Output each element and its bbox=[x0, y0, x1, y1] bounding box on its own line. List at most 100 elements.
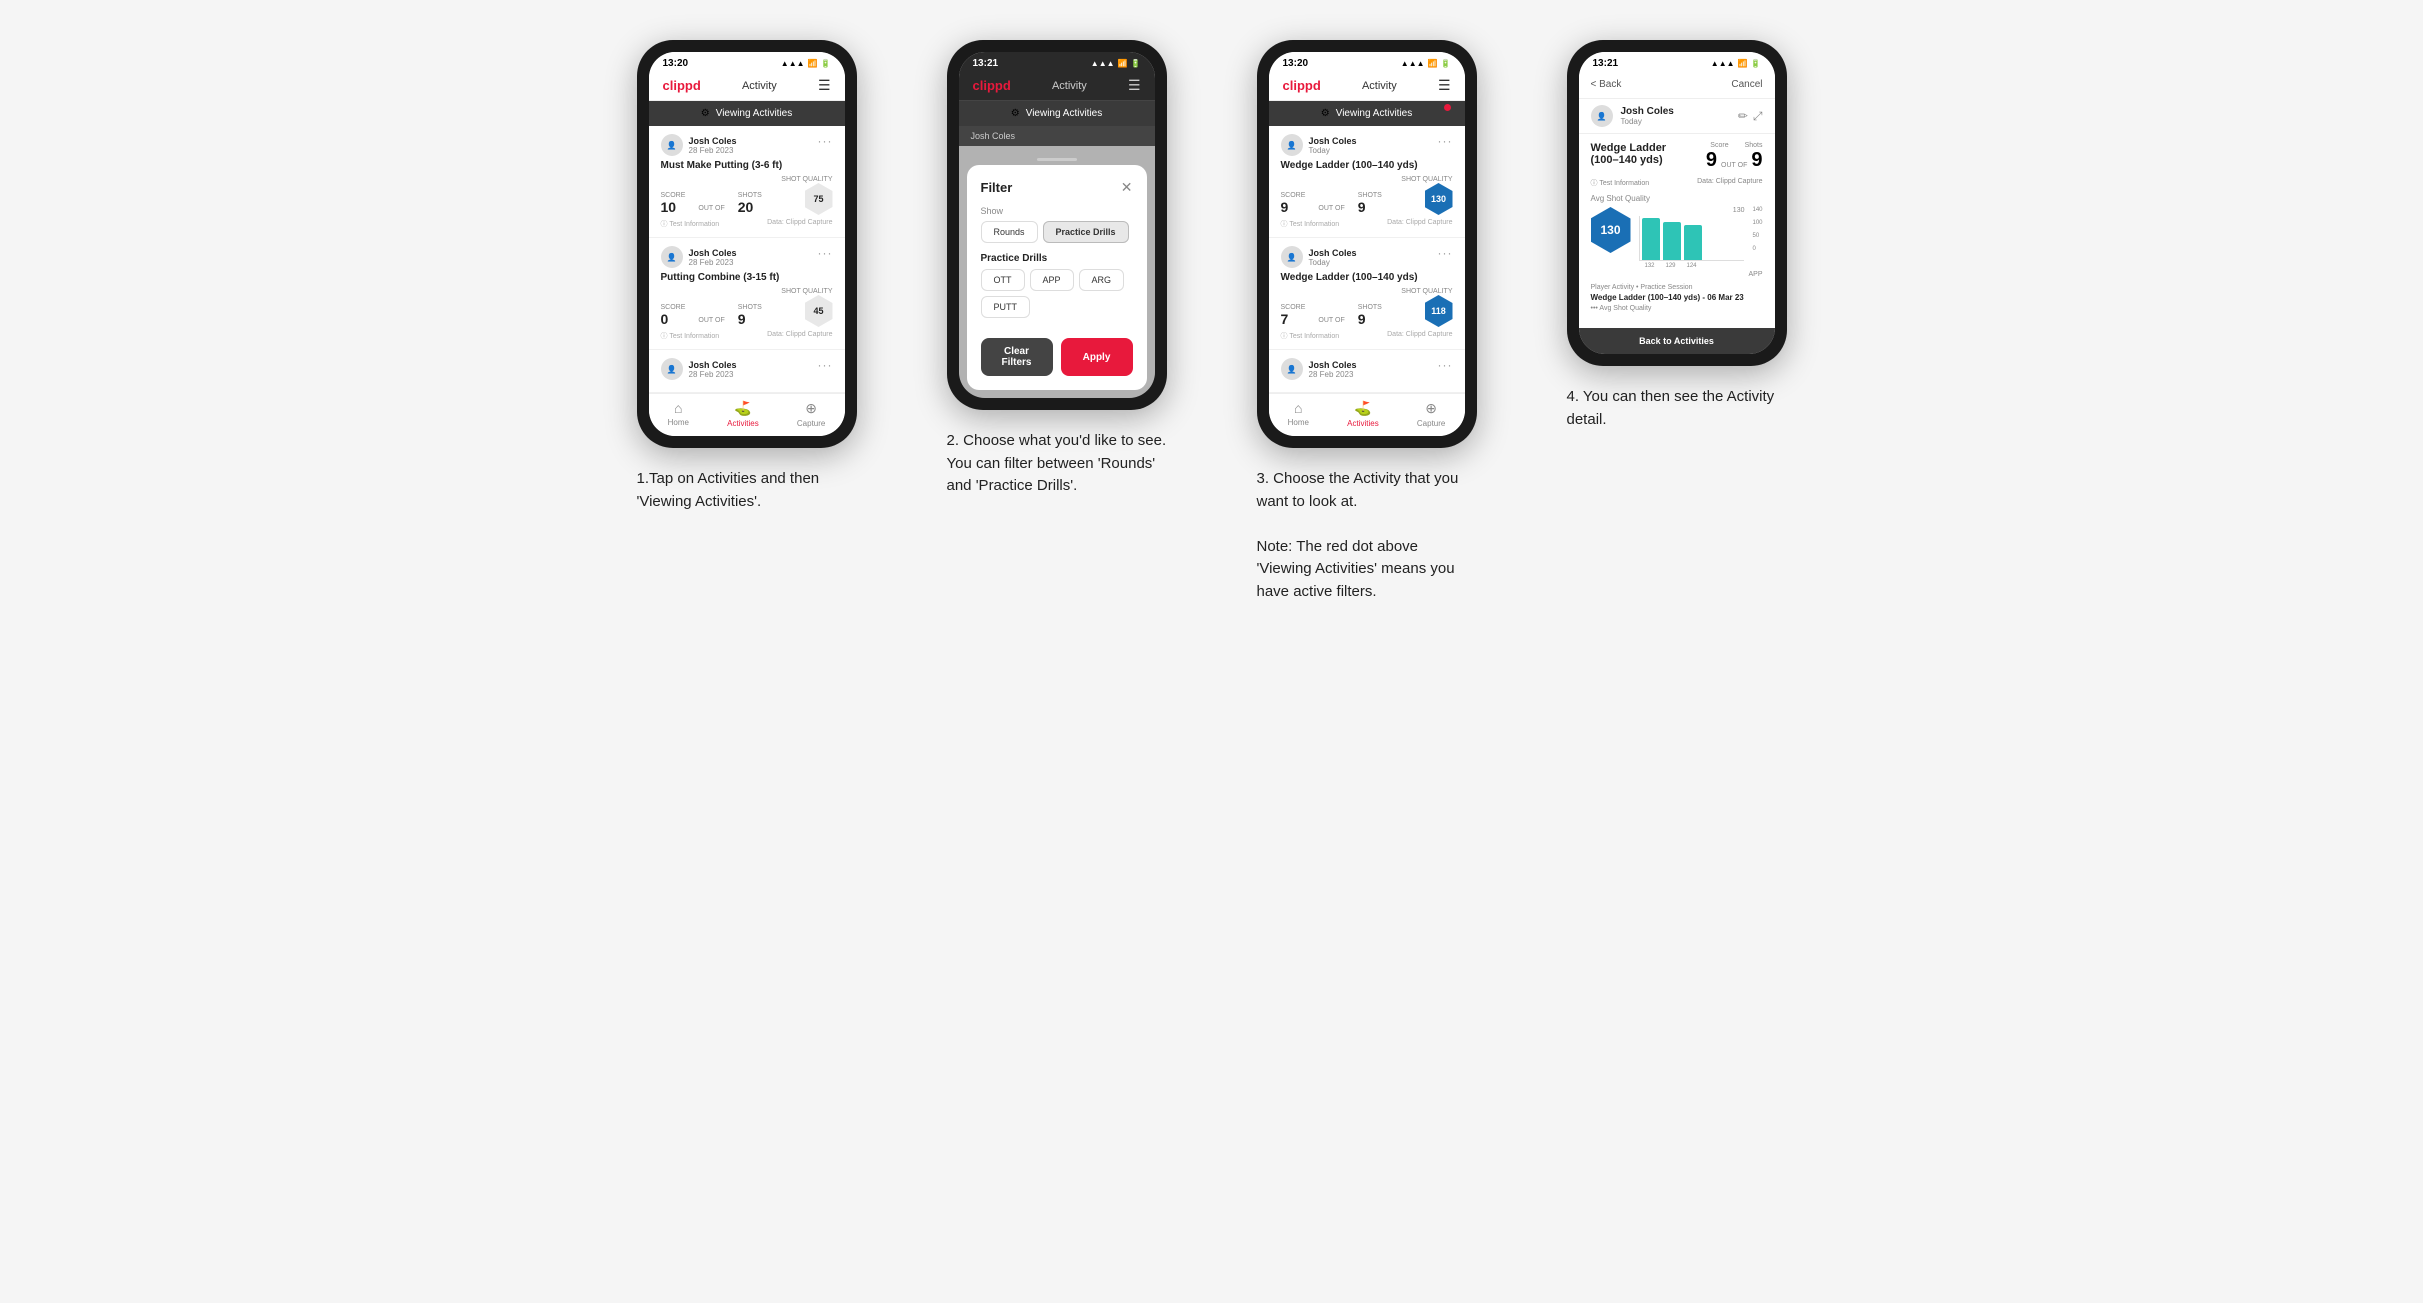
step-4-col: 13:21 ▲▲▲📶🔋 < Back Cancel 👤 Josh Coles T… bbox=[1542, 40, 1812, 431]
score-val-3-1: 9 bbox=[1281, 199, 1306, 215]
phone-4-screen: 13:21 ▲▲▲📶🔋 < Back Cancel 👤 Josh Coles T… bbox=[1579, 52, 1775, 354]
nav-capture-3[interactable]: ⊕ Capture bbox=[1417, 400, 1445, 428]
app-btn-2[interactable]: APP bbox=[1030, 269, 1074, 291]
ellipsis-3-3[interactable]: ··· bbox=[1438, 358, 1453, 372]
nav-home-3[interactable]: ⌂ Home bbox=[1288, 400, 1309, 428]
user-row-1-3: 👤 Josh Coles 28 Feb 2023 bbox=[661, 358, 737, 380]
viewing-bar-2[interactable]: ⚙ Viewing Activities bbox=[959, 101, 1155, 126]
bottom-nav-1: ⌂ Home ⛳ Activities ⊕ Capture bbox=[649, 393, 845, 436]
nav-capture-1[interactable]: ⊕ Capture bbox=[797, 400, 825, 428]
hex-large-4: 130 bbox=[1591, 207, 1631, 253]
score-group-3-1: Score 9 bbox=[1281, 192, 1306, 215]
step-2-col: 13:21 ▲▲▲📶🔋 clippd Activity ☰ ⚙ Viewing … bbox=[922, 40, 1192, 498]
score-label-4: Score bbox=[1710, 142, 1728, 149]
nav-activities-3[interactable]: ⛳ Activities bbox=[1347, 400, 1379, 428]
outof-1-1: OUT OF bbox=[698, 205, 724, 215]
nav-activities-1[interactable]: ⛳ Activities bbox=[727, 400, 759, 428]
phone-2: 13:21 ▲▲▲📶🔋 clippd Activity ☰ ⚙ Viewing … bbox=[947, 40, 1167, 410]
activity-card-3-3[interactable]: 👤 Josh Coles 28 Feb 2023 ··· bbox=[1269, 350, 1465, 393]
ellipsis-1-2[interactable]: ··· bbox=[818, 246, 833, 260]
rounds-btn-2[interactable]: Rounds bbox=[981, 221, 1038, 243]
logo-3: clippd bbox=[1283, 78, 1321, 93]
modal-footer-2: Clear Filters Apply bbox=[981, 338, 1133, 376]
step-1-col: 13:20 ▲▲▲📶🔋 clippd Activity ☰ ⚙ Viewing … bbox=[612, 40, 882, 513]
apply-btn-2[interactable]: Apply bbox=[1061, 338, 1133, 376]
menu-icon-3[interactable]: ☰ bbox=[1438, 77, 1451, 94]
card-header-3-2: 👤 Josh Coles Today ··· bbox=[1281, 246, 1453, 268]
outof-3-2: OUT OF bbox=[1318, 317, 1344, 327]
footer-right-3-1: Data: Clippd Capture bbox=[1387, 219, 1452, 229]
sq-hex-1-1: 75 bbox=[805, 183, 833, 215]
detail-activity-info-4: Wedge Ladder (100–140 yds) bbox=[1591, 142, 1706, 172]
activity-card-3-2[interactable]: 👤 Josh Coles Today ··· Wedge Ladder (100… bbox=[1269, 238, 1465, 350]
activity-card-1-3[interactable]: 👤 Josh Coles 28 Feb 2023 ··· bbox=[649, 350, 845, 393]
card-footer-3-2: ⓘ Test Information Data: Clippd Capture bbox=[1281, 331, 1453, 341]
clear-filters-btn-2[interactable]: Clear Filters bbox=[981, 338, 1053, 376]
practice-drills-btn-2[interactable]: Practice Drills bbox=[1043, 221, 1129, 243]
caption-2: 2. Choose what you'd like to see. You ca… bbox=[947, 430, 1167, 498]
activity-card-1-2[interactable]: 👤 Josh Coles 28 Feb 2023 ··· Putting Com… bbox=[649, 238, 845, 350]
user-name-3-2: Josh Coles bbox=[1309, 248, 1357, 258]
logo-1: clippd bbox=[663, 78, 701, 93]
activity-title-3-1: Wedge Ladder (100–140 yds) bbox=[1281, 160, 1453, 171]
user-name-1-3: Josh Coles bbox=[689, 360, 737, 370]
score-big-4: 9 bbox=[1706, 149, 1717, 172]
ellipsis-3-2[interactable]: ··· bbox=[1438, 246, 1453, 260]
viewing-bar-1[interactable]: ⚙ Viewing Activities bbox=[649, 101, 845, 126]
back-button-4[interactable]: < Back bbox=[1591, 79, 1622, 90]
user-date-1-1: 28 Feb 2023 bbox=[689, 146, 737, 155]
ellipsis-3-1[interactable]: ··· bbox=[1438, 134, 1453, 148]
user-row-1-2: 👤 Josh Coles 28 Feb 2023 bbox=[661, 246, 737, 268]
shots-group-1-2: Shots 9 bbox=[738, 304, 762, 327]
avatar-1-2: 👤 bbox=[661, 246, 683, 268]
status-icons-2: ▲▲▲📶🔋 bbox=[1091, 59, 1141, 68]
detail-title-row-4: Wedge Ladder (100–140 yds) Score Shots 9… bbox=[1591, 142, 1763, 172]
arg-btn-2[interactable]: ARG bbox=[1079, 269, 1125, 291]
putt-btn-2[interactable]: PUTT bbox=[981, 296, 1031, 318]
ott-btn-2[interactable]: OTT bbox=[981, 269, 1025, 291]
sq-hex-1-2: 45 bbox=[805, 295, 833, 327]
show-buttons-2: Rounds Practice Drills bbox=[981, 221, 1133, 243]
modal-overlay-2: Filter ✕ Show Rounds Practice Drills Pra… bbox=[959, 146, 1155, 398]
user-name-3-3: Josh Coles bbox=[1309, 360, 1357, 370]
menu-icon-2[interactable]: ☰ bbox=[1128, 77, 1141, 94]
phone-1-screen: 13:20 ▲▲▲📶🔋 clippd Activity ☰ ⚙ Viewing … bbox=[649, 52, 845, 436]
card-footer-1-1: ⓘ Test Information Data: Clippd Capture bbox=[661, 219, 833, 229]
detail-content-4: Wedge Ladder (100–140 yds) Score Shots 9… bbox=[1579, 134, 1775, 324]
chart-container-4: 130 132 129 124 bbox=[1639, 207, 1745, 269]
header-title-2: Activity bbox=[1052, 80, 1087, 92]
shots-big-4: 9 bbox=[1751, 149, 1762, 172]
avatar-3-1: 👤 bbox=[1281, 134, 1303, 156]
header-title-1: Activity bbox=[742, 80, 777, 92]
filter-modal-2: Filter ✕ Show Rounds Practice Drills Pra… bbox=[967, 165, 1147, 390]
cancel-button-4[interactable]: Cancel bbox=[1731, 79, 1762, 90]
activity-card-3-1[interactable]: 👤 Josh Coles Today ··· Wedge Ladder (100… bbox=[1269, 126, 1465, 238]
edit-icon-4[interactable]: ✏ bbox=[1738, 109, 1748, 124]
status-icons-3: ▲▲▲📶🔋 bbox=[1401, 59, 1451, 68]
card-footer-1-2: ⓘ Test Information Data: Clippd Capture bbox=[661, 331, 833, 341]
user-date-3-2: Today bbox=[1309, 258, 1357, 267]
back-to-activities-btn-4[interactable]: Back to Activities bbox=[1579, 328, 1775, 354]
score-shots-labels-4: Score Shots bbox=[1710, 142, 1762, 149]
nav-home-1[interactable]: ⌂ Home bbox=[668, 400, 689, 428]
app-label-4: APP bbox=[1591, 271, 1763, 278]
ellipsis-1-3[interactable]: ··· bbox=[818, 358, 833, 372]
expand-icon-4[interactable]: ⤢ bbox=[1753, 109, 1763, 124]
time-1: 13:20 bbox=[663, 58, 689, 69]
shots-val-1-2: 9 bbox=[738, 311, 762, 327]
viewing-bar-text-2: Viewing Activities bbox=[1026, 108, 1103, 119]
close-icon-2[interactable]: ✕ bbox=[1121, 179, 1133, 196]
phone-2-screen: 13:21 ▲▲▲📶🔋 clippd Activity ☰ ⚙ Viewing … bbox=[959, 52, 1155, 398]
activity-card-1-1[interactable]: 👤 Josh Coles 28 Feb 2023 ··· Must Make P… bbox=[649, 126, 845, 238]
score-group-1-2: Score 0 bbox=[661, 304, 686, 327]
card-header-3-3: 👤 Josh Coles 28 Feb 2023 ··· bbox=[1281, 358, 1453, 380]
footer-left-1-2: ⓘ Test Information bbox=[661, 331, 720, 341]
user-row-3-2: 👤 Josh Coles Today bbox=[1281, 246, 1357, 268]
phone-3: 13:20 ▲▲▲📶🔋 clippd Activity ☰ ⚙ Viewing … bbox=[1257, 40, 1477, 448]
ellipsis-1-1[interactable]: ··· bbox=[818, 134, 833, 148]
viewing-bar-3[interactable]: ⚙ Viewing Activities bbox=[1269, 101, 1465, 126]
menu-icon-1[interactable]: ☰ bbox=[818, 77, 831, 94]
nav-home-label-1: Home bbox=[668, 418, 689, 427]
y-axis-4: 140 100 50 0 bbox=[1752, 207, 1762, 252]
avatar-4: 👤 bbox=[1591, 105, 1613, 127]
